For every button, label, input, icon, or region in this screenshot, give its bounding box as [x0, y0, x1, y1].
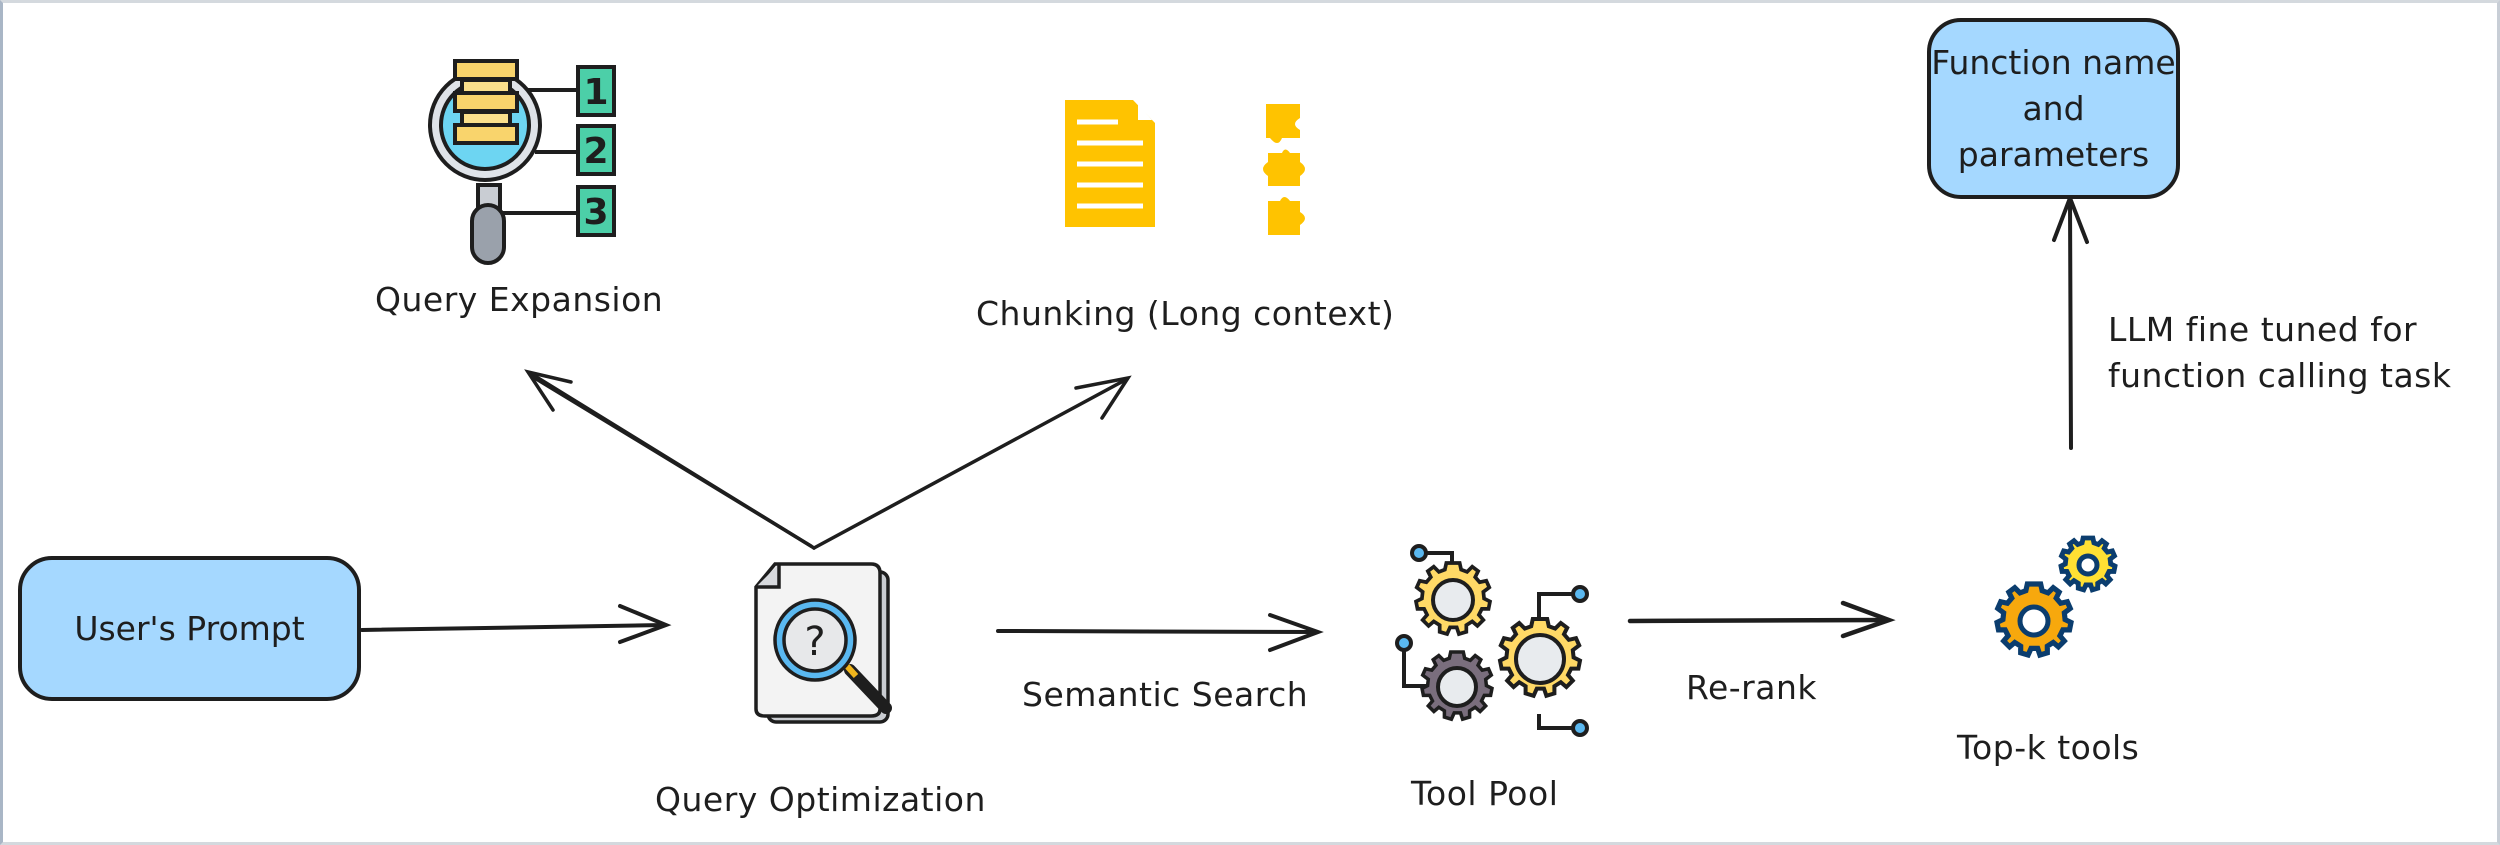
badge-3: 3 — [583, 192, 608, 233]
semantic-search-label: Semantic Search — [1022, 675, 1309, 714]
llm-fine-tuned-label-line-1: LLM fine tuned for — [2108, 310, 2418, 349]
gears-network-icon — [1395, 544, 1587, 737]
arrow-re-rank — [1627, 600, 1896, 639]
tool-pool-label: Tool Pool — [1411, 774, 1559, 813]
re-rank-label: Re-rank — [1686, 668, 1817, 707]
badge-1: 1 — [583, 72, 608, 113]
question-mark-glyph: ? — [804, 619, 825, 665]
puzzle-pieces-icon — [1263, 104, 1305, 235]
query-expansion-label: Query Expansion — [375, 280, 664, 319]
function-output-line-2: and — [2022, 88, 2085, 128]
llm-fine-tuned-label-line-2: function calling task — [2108, 356, 2452, 395]
document-icon — [1065, 100, 1155, 227]
arrow-semantic-search — [996, 613, 1324, 652]
chunking-label: Chunking (Long context) — [976, 294, 1395, 333]
arrow-prompt-to-optimization — [360, 604, 672, 644]
users-prompt-label: User's Prompt — [74, 609, 305, 648]
badge-2: 2 — [583, 131, 608, 172]
arrow-optimization-to-chunking — [812, 375, 1132, 550]
query-optimization-label: Query Optimization — [655, 780, 986, 819]
top-k-tools-label: Top-k tools — [1957, 728, 2140, 767]
gears-icon — [1997, 538, 2115, 655]
function-output-line-3: parameters — [1957, 134, 2150, 174]
function-output-box[interactable]: Function name and parameters — [1927, 18, 2180, 199]
arrow-llm-to-function — [2052, 192, 2089, 450]
arrow-optimization-to-expansion — [524, 369, 816, 550]
function-output-line-1: Function name — [1931, 42, 2176, 82]
users-prompt-box[interactable]: User's Prompt — [18, 556, 361, 701]
